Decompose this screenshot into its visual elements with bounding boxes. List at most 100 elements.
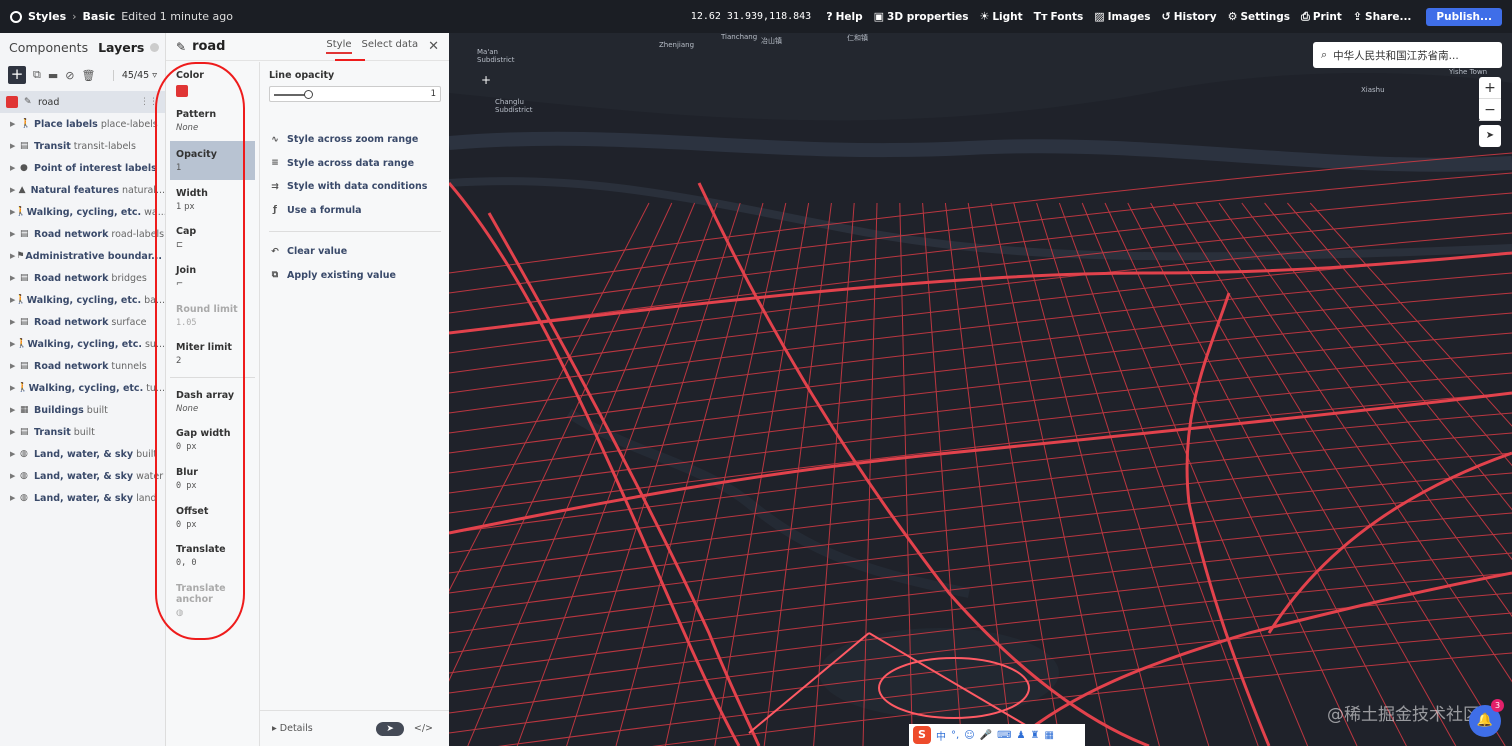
layer-count[interactable]: 45/45 ▿ (112, 69, 157, 81)
cursor-mode-button[interactable]: ➤ (376, 721, 404, 736)
chevron-right-icon[interactable]: ▶ (10, 450, 20, 458)
chevron-right-icon[interactable]: ▶ (10, 230, 20, 238)
mic-icon[interactable]: 🎤 (980, 730, 992, 741)
chevron-right-icon[interactable]: ▶ (10, 120, 20, 128)
emoji-icon[interactable]: ☺ (964, 730, 974, 741)
topbar-item-label: Help (835, 10, 863, 23)
layer-item[interactable]: ▶ ▤ Road network tunnels (0, 355, 165, 377)
layer-item[interactable]: ▶ 🚶 Walking, cycling, etc. su... (0, 333, 165, 355)
keyboard-icon[interactable]: ⌨ (997, 730, 1011, 741)
layer-group-name: Walking, cycling, etc. (28, 382, 144, 394)
layer-item[interactable]: ▶ ◍ Land, water, & sky water (0, 465, 165, 487)
opacity-slider[interactable]: 1 (269, 86, 441, 102)
option-style-with-data-conditions[interactable]: ⇉ Style with data conditions (269, 175, 441, 199)
zoom-in-button[interactable]: + (1479, 77, 1501, 99)
layer-list: ✎ road ⋮⋮ ▶ 🚶 Place labels place-labels ▶ ▤ Tr… (0, 91, 165, 509)
chevron-right-icon[interactable]: ▶ (10, 406, 20, 414)
layer-group-name: Point of interest labels (34, 162, 157, 174)
topbar-item-history[interactable]: ↺ History (1161, 10, 1216, 23)
map-canvas[interactable]: Zhenjiang Tianchang 冶山镇 仁和镇 Ma'an Subdistric… (449, 33, 1512, 746)
topbar-item-label: Light (992, 10, 1023, 23)
layer-item[interactable]: ▶ 🚶 Walking, cycling, etc. wa... (0, 201, 165, 223)
topbar-item-share[interactable]: ⇪ Share... (1353, 10, 1412, 23)
option-label: Style with data conditions (287, 181, 428, 193)
tab-components[interactable]: Components (9, 40, 88, 55)
ime-mode[interactable]: 中 (936, 728, 946, 743)
tab-style[interactable]: Style (326, 39, 352, 54)
layer-item[interactable]: ▶ ▤ Road network surface (0, 311, 165, 333)
option-apply-existing-value[interactable]: ⧉ Apply existing value (269, 264, 441, 288)
layer-item[interactable]: ▶ ▦ Buildings built (0, 399, 165, 421)
chevron-right-icon[interactable]: ▶ (10, 362, 20, 370)
details-toggle[interactable]: ▸ Details (272, 723, 313, 734)
option-clear-value[interactable]: ↶ Clear value (269, 240, 441, 264)
layer-sub-name: built (86, 404, 108, 416)
map-search-box[interactable]: ⌕ 中华人民共和国江苏省南... (1313, 42, 1502, 68)
slider-handle[interactable] (304, 90, 313, 99)
layer-item[interactable]: ▶ ▲ Natural features natural... (0, 179, 165, 201)
trash-icon[interactable]: 🗑 (81, 69, 95, 82)
chevron-right-icon[interactable]: ▶ (10, 186, 19, 194)
punctuation-icon[interactable]: °, (951, 730, 959, 741)
search-input[interactable]: 中华人民共和国江苏省南... (1333, 48, 1459, 63)
style-name[interactable]: Basic (83, 10, 116, 23)
map-place-label: Ma'an Subdistrict (477, 48, 515, 64)
globe-icon: ◍ (20, 449, 28, 459)
layer-item[interactable]: ▶ ◍ Land, water, & sky built (0, 443, 165, 465)
opacity-value-input[interactable]: 1 (431, 89, 436, 99)
layer-item[interactable]: ▶ ◍ Land, water, & sky land (0, 487, 165, 509)
tab-layers[interactable]: Layers (98, 40, 144, 55)
chevron-right-icon[interactable]: ▶ (10, 384, 17, 392)
shirt-icon[interactable]: ♜ (1030, 730, 1039, 741)
publish-button[interactable]: Publish... (1426, 7, 1502, 26)
option-style-across-data-range[interactable]: ≡ Style across data range (269, 152, 441, 176)
chevron-right-icon[interactable]: ▶ (10, 318, 20, 326)
tab-select-data[interactable]: Select data (362, 39, 419, 54)
topbar-item-print[interactable]: ⎙ Print (1301, 10, 1342, 24)
red-annotation-underline (335, 59, 365, 61)
topbar-item-images[interactable]: ▨ Images (1094, 10, 1150, 23)
folder-icon[interactable]: ▬ (48, 69, 58, 82)
user-icon[interactable]: ♟ (1017, 730, 1026, 741)
chevron-right-icon[interactable]: ▶ (10, 428, 20, 436)
add-layer-button[interactable]: + (8, 66, 26, 84)
mapbox-logo-icon[interactable] (10, 10, 22, 23)
layer-label: road (38, 96, 60, 108)
car-icon: ▤ (20, 317, 29, 327)
compass-button[interactable]: ➤ (1479, 125, 1501, 147)
layer-item[interactable]: ▶ ▤ Road network bridges (0, 267, 165, 289)
topbar-item-settings[interactable]: ⚙ Settings (1228, 10, 1290, 23)
chevron-right-icon[interactable]: ▶ (10, 142, 20, 150)
layer-item[interactable]: ▶ 🚶 Walking, cycling, etc. tu... (0, 377, 165, 399)
topbar-item-light[interactable]: ☀ Light (979, 10, 1022, 23)
chevron-right-icon[interactable]: ▶ (10, 274, 20, 282)
hide-icon[interactable]: ⊘ (65, 69, 74, 82)
styles-link[interactable]: Styles (28, 10, 66, 23)
layer-item-road[interactable]: ✎ road ⋮⋮ (0, 91, 165, 113)
code-view-button[interactable]: </> (410, 723, 437, 734)
topbar-item-fonts[interactable]: Tт Fonts (1034, 10, 1084, 23)
close-icon[interactable]: ✕ (428, 39, 439, 54)
zoom-out-button[interactable]: − (1479, 99, 1501, 121)
layer-item[interactable]: ▶ ▤ Transit built (0, 421, 165, 443)
sogou-ime-icon[interactable]: S (913, 726, 931, 744)
layer-title[interactable]: road (192, 39, 225, 54)
layer-item[interactable]: ▶ 🚶 Place labels place-labels (0, 113, 165, 135)
layer-group-name: Road network (34, 360, 109, 372)
chevron-right-icon[interactable]: ▶ (10, 494, 20, 502)
notification-badge: 3 (1491, 699, 1504, 712)
duplicate-icon[interactable]: ⧉ (33, 68, 41, 82)
option-use-a-formula[interactable]: ƒ Use a formula (269, 199, 441, 223)
topbar-item-3d-properties[interactable]: ▣ 3D properties (874, 10, 969, 23)
layer-item[interactable]: ▶ ▤ Transit transit-labels (0, 135, 165, 157)
chevron-right-icon[interactable]: ▶ (10, 472, 20, 480)
chevron-right-icon[interactable]: ▶ (10, 164, 20, 172)
layer-item[interactable]: ▶ 🚶 Walking, cycling, etc. ba... (0, 289, 165, 311)
layer-item[interactable]: ▶ ▤ Road network road-labels (0, 223, 165, 245)
grid-icon[interactable]: ▦ (1044, 730, 1053, 741)
topbar-item-help[interactable]: ? Help (826, 10, 862, 23)
option-style-across-zoom-range[interactable]: ∿ Style across zoom range (269, 128, 441, 152)
layer-item[interactable]: ▶ ⚑ Administrative boundar... (0, 245, 165, 267)
layer-item[interactable]: ▶ ● Point of interest labels (0, 157, 165, 179)
layer-group-name: Place labels (34, 118, 98, 130)
